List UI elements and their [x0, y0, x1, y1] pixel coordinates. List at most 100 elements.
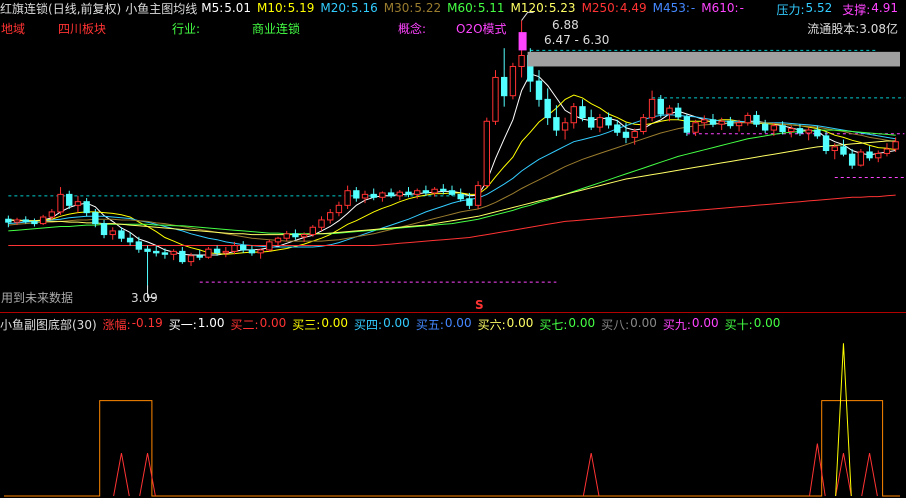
candle-body[interactable]	[683, 116, 691, 133]
concept-tag[interactable]: O2O模式	[456, 20, 507, 37]
candle-body[interactable]	[266, 241, 273, 251]
candle-body[interactable]	[866, 151, 873, 159]
candle-body[interactable]	[483, 120, 490, 187]
candle-body[interactable]	[74, 201, 82, 206]
candle-body[interactable]	[48, 211, 56, 218]
candle-body[interactable]	[31, 220, 38, 225]
candle-body[interactable]	[779, 125, 786, 133]
region-tag[interactable]: 地域	[1, 20, 25, 37]
candle-body[interactable]	[857, 151, 865, 166]
candle-body[interactable]	[231, 245, 238, 252]
candle-body[interactable]	[22, 219, 29, 222]
candle-body[interactable]	[831, 146, 838, 152]
candle-body[interactable]	[614, 124, 621, 133]
candle-body[interactable]	[118, 230, 125, 239]
candle-body[interactable]	[39, 216, 47, 225]
candle-body[interactable]	[179, 250, 186, 263]
candle-body[interactable]	[431, 188, 438, 194]
candle-body[interactable]	[126, 237, 134, 243]
candle-body[interactable]	[353, 190, 360, 199]
candle-body[interactable]	[648, 98, 656, 119]
candle-body[interactable]	[631, 131, 638, 138]
candle-body[interactable]	[701, 119, 708, 124]
candle-body[interactable]	[840, 146, 847, 155]
candle-body[interactable]	[735, 122, 743, 127]
candle-body[interactable]	[405, 191, 412, 195]
candle-body[interactable]	[100, 223, 108, 236]
candle-body[interactable]	[414, 190, 421, 195]
sub-indicator-chart[interactable]	[0, 315, 906, 498]
candle-body[interactable]	[457, 193, 464, 200]
candle-body[interactable]	[814, 129, 821, 137]
candle-body[interactable]	[379, 192, 386, 198]
stock-name[interactable]: 红旗连锁	[0, 0, 48, 17]
candle-body[interactable]	[640, 117, 647, 133]
candle-body[interactable]	[248, 249, 256, 254]
industry-tag[interactable]: 商业连锁	[252, 20, 300, 37]
candle-body[interactable]	[892, 141, 899, 150]
candle-body[interactable]	[744, 114, 751, 124]
candle-body[interactable]	[796, 128, 804, 134]
candle-body[interactable]	[187, 255, 195, 263]
candle-body[interactable]	[135, 241, 143, 250]
candle-body[interactable]	[66, 193, 73, 206]
candle-body[interactable]	[622, 131, 630, 138]
candle-body[interactable]	[153, 250, 160, 254]
candle-body[interactable]	[13, 219, 21, 223]
candle-body[interactable]	[170, 250, 177, 255]
candle-body[interactable]	[509, 65, 517, 97]
candle-body[interactable]	[327, 212, 334, 221]
candle-body[interactable]	[875, 152, 882, 159]
candle-body[interactable]	[500, 76, 508, 97]
candle-body[interactable]	[257, 249, 264, 254]
candle-body[interactable]	[727, 120, 734, 127]
candle-body[interactable]	[587, 117, 595, 128]
candle-body[interactable]	[370, 193, 377, 198]
candle-body[interactable]	[161, 252, 169, 255]
candle-body[interactable]	[561, 122, 569, 131]
candle-body[interactable]	[596, 117, 604, 128]
candle-body[interactable]	[492, 76, 499, 122]
sell-signal-marker[interactable]: S	[475, 298, 484, 312]
candle-body[interactable]	[144, 248, 151, 252]
candle-body[interactable]	[466, 198, 473, 206]
candle-body[interactable]	[883, 148, 891, 154]
candle-body[interactable]	[822, 135, 830, 152]
candle-body[interactable]	[361, 193, 369, 199]
candle-body[interactable]	[788, 128, 795, 133]
candle-body[interactable]	[196, 255, 203, 258]
candle-body[interactable]	[535, 80, 543, 100]
candle-body[interactable]	[770, 125, 778, 131]
candle-body[interactable]	[205, 248, 212, 258]
candle-body[interactable]	[109, 230, 116, 236]
candle-body[interactable]	[448, 190, 456, 195]
candle-body[interactable]	[474, 185, 482, 206]
candle-body[interactable]	[240, 245, 247, 251]
candle-body[interactable]	[292, 233, 299, 238]
candle-body[interactable]	[300, 234, 308, 238]
candle-body[interactable]	[570, 106, 577, 124]
candle-body[interactable]	[553, 117, 560, 131]
candle-body[interactable]	[92, 212, 99, 225]
candle-body[interactable]	[422, 190, 430, 194]
candle-body[interactable]	[579, 106, 586, 119]
candle-body[interactable]	[274, 237, 282, 243]
candle-body[interactable]	[805, 129, 812, 134]
candle-body[interactable]	[318, 219, 325, 228]
candle-body[interactable]	[335, 204, 343, 214]
candle-body[interactable]	[753, 114, 760, 125]
candle-body[interactable]	[657, 98, 664, 115]
candle-body[interactable]	[544, 98, 551, 119]
candle-body[interactable]	[440, 188, 447, 192]
candle-body[interactable]	[848, 153, 856, 166]
candle-body[interactable]	[666, 107, 673, 115]
candle-body[interactable]	[344, 190, 351, 206]
candle-body[interactable]	[718, 120, 725, 125]
candle-body[interactable]	[396, 191, 404, 197]
candle-body[interactable]	[213, 248, 221, 254]
candle-body[interactable]	[761, 123, 769, 131]
candle-body[interactable]	[674, 107, 682, 118]
candle-body[interactable]	[605, 117, 612, 126]
candle-body[interactable]	[309, 226, 317, 236]
candle-body[interactable]	[83, 201, 90, 214]
